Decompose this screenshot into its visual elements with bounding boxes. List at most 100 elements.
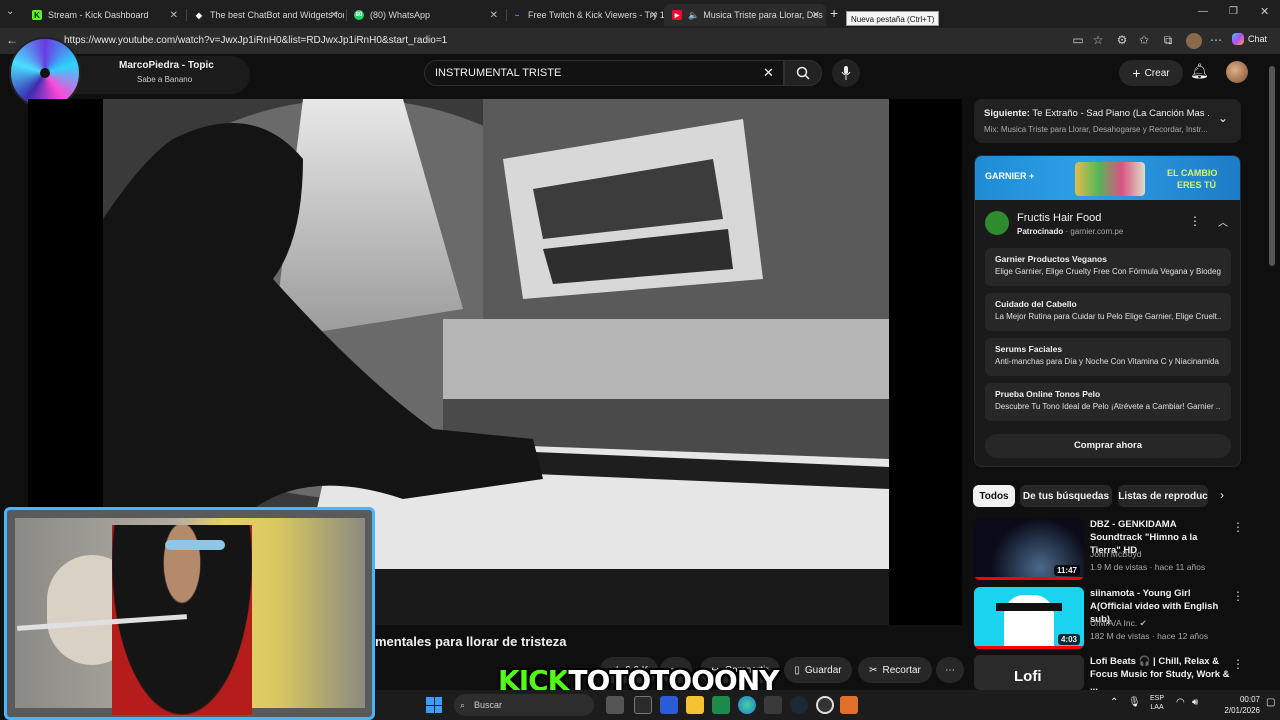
video-menu-icon[interactable]: ⋮	[1232, 589, 1244, 603]
task-view-icon[interactable]	[606, 696, 624, 714]
volume-icon[interactable]: 🔊︎	[1192, 697, 1198, 708]
url-field[interactable]: https://www.youtube.com/watch?v=JwxJp1iR…	[64, 33, 1084, 49]
ad-sitelink[interactable]: Serums Faciales Anti-manchas para Día y N…	[985, 338, 1231, 376]
video-duration: 11:47	[1053, 565, 1080, 576]
search-button[interactable]	[784, 60, 822, 86]
up-next-box[interactable]: Siguiente: Te Extraño - Sad Piano (La Ca…	[974, 99, 1241, 143]
close-tab-icon[interactable]: ✕	[650, 10, 658, 21]
ad-banner[interactable]: GARNIER + EL CAMBIO ERES TÚ	[975, 156, 1240, 200]
page-scrollbar[interactable]	[1269, 66, 1275, 266]
plus-icon: +	[1132, 65, 1141, 81]
steam-icon[interactable]	[790, 696, 808, 714]
reading-view-icon[interactable]: ▭	[1070, 33, 1086, 47]
close-tab-icon[interactable]: ✕	[170, 10, 178, 21]
close-tab-icon[interactable]: ✕	[330, 10, 338, 21]
tab-youtube-active[interactable]: ▶ 🔈 Musica Triste para Llorar, Des ✕	[664, 4, 826, 26]
chevron-down-icon[interactable]: ⌄	[1218, 111, 1228, 125]
channel-name: John McBoyd	[1090, 549, 1142, 559]
create-label: Crear	[1144, 67, 1170, 79]
back-arrow-icon[interactable]: ←	[4, 33, 20, 47]
video-menu-icon[interactable]: ⋮	[1232, 520, 1244, 534]
obs-icon[interactable]	[816, 696, 834, 714]
chip-todos[interactable]: Todos	[973, 485, 1015, 507]
app4-icon[interactable]	[840, 696, 858, 714]
excel-icon[interactable]	[712, 696, 730, 714]
profile-avatar[interactable]	[1186, 33, 1202, 49]
up-next-line: Siguiente: Te Extraño - Sad Piano (La Ca…	[984, 108, 1210, 119]
extensions-icon[interactable]: ⚙	[1114, 33, 1130, 47]
favorites-icon[interactable]: ✩	[1136, 33, 1152, 47]
whatsapp-favicon-icon: 80	[354, 10, 364, 20]
close-tab-icon[interactable]: ✕	[812, 10, 820, 21]
now-playing-artist: Sabe a Banano	[137, 75, 193, 84]
clip-button[interactable]: ✂ Recortar	[858, 657, 932, 683]
channel-line: U/M/A/A Inc. ✔	[1090, 618, 1147, 629]
download-icon[interactable]: ↓	[1162, 33, 1178, 47]
close-tab-icon[interactable]: ✕	[490, 10, 498, 21]
wifi-icon[interactable]: ◠	[1176, 697, 1185, 708]
store-icon[interactable]	[764, 696, 782, 714]
ad-menu-icon[interactable]: ⋮	[1189, 214, 1201, 228]
microphone-tray-icon[interactable]: 🎙︎	[1128, 697, 1141, 708]
voice-search-button[interactable]	[832, 59, 860, 87]
speaker-icon[interactable]: 🔈	[688, 10, 699, 21]
ad-sitelink[interactable]: Cuidado del Cabello La Mejor Rutina para …	[985, 293, 1231, 331]
file-explorer-icon[interactable]	[686, 696, 704, 714]
microphone-icon	[841, 66, 851, 80]
recommended-video[interactable]: 11:47 DBZ - GENKIDAMA Soundtrack "Himno …	[974, 518, 1274, 582]
favorite-star-icon[interactable]: ☆	[1090, 33, 1106, 47]
sponsored-ad-card: GARNIER + EL CAMBIO ERES TÚ Fructis Hair…	[974, 155, 1241, 467]
lang-2: LAA	[1150, 704, 1164, 711]
language-indicator[interactable]: ESP LAA	[1150, 694, 1164, 712]
more-menu-icon[interactable]: ⋯	[1208, 33, 1224, 47]
restore-icon[interactable]: ❐	[1229, 6, 1238, 17]
windows-taskbar: ⌕ Buscar ⌃ 🎙︎ ESP LAA ◠ 🔊︎ 00:07 2/01/2026 …	[376, 690, 1280, 720]
lang-1: ESP	[1150, 695, 1165, 702]
video-duration: 4:03	[1057, 634, 1080, 645]
chip-playlists[interactable]: Listas de reproduc	[1118, 485, 1208, 507]
tab-whatsapp[interactable]: 80 (80) WhatsApp ✕	[346, 4, 504, 26]
ad-sitelink[interactable]: Garnier Productos Veganos Elige Garnier, …	[985, 248, 1231, 286]
video-title: Lofi Beats 🎧 | Chill, Relax & Focus Musi…	[1090, 656, 1230, 693]
clear-search-icon[interactable]: ✕	[763, 65, 774, 81]
banner-products	[1075, 162, 1145, 196]
tab-chatbot[interactable]: ◆ The best ChatBot and Widgets for ✕	[186, 4, 344, 26]
system-tray-chevron-icon[interactable]: ⌃	[1110, 697, 1118, 708]
video-menu-icon[interactable]: ⋮	[1232, 657, 1244, 671]
notifications-icon[interactable]: ▢	[1266, 697, 1275, 708]
taskbar-search[interactable]: ⌕ Buscar	[454, 694, 594, 716]
tab-list-chevron-icon[interactable]: ⌄	[6, 6, 14, 17]
chip-from-searches[interactable]: De tus búsquedas	[1020, 485, 1112, 507]
word-icon[interactable]	[660, 696, 678, 714]
scissors-icon: ✂	[869, 664, 878, 676]
account-avatar[interactable]	[1226, 61, 1248, 83]
clock[interactable]: 00:07 2/01/2026	[1218, 694, 1260, 716]
edge-icon[interactable]	[738, 696, 756, 714]
tab-kick-dashboard[interactable]: K Stream - Kick Dashboard ✕	[24, 4, 184, 26]
close-window-icon[interactable]: ✕	[1260, 5, 1269, 18]
minimize-icon[interactable]: —	[1198, 6, 1208, 17]
now-playing-song-title: MarcoPiedra - Topic	[119, 60, 214, 71]
ad-sitelink[interactable]: Prueba Online Tonos Pelo Descubre Tu Tono…	[985, 383, 1231, 421]
channel-name: U/M/A/A Inc.	[1090, 618, 1138, 628]
clock-date: 2/01/2026	[1224, 706, 1260, 715]
notifications-bell-icon[interactable]: 🔔︎	[1190, 62, 1209, 80]
tab-title: Free Twitch & Kick Viewers - Try 1	[528, 10, 664, 20]
recommended-video[interactable]: 4:03 siinamota - Young Girl A(Official v…	[974, 587, 1274, 651]
chips-next-arrow-icon[interactable]: ›	[1220, 488, 1224, 502]
start-windows-icon[interactable]	[426, 697, 442, 713]
more-actions-button[interactable]: ⋯	[936, 657, 964, 683]
create-button[interactable]: + Crear	[1119, 60, 1183, 86]
webcam-overlay	[4, 507, 375, 720]
copilot-icon	[1232, 33, 1244, 45]
video-thumbnail: 11:47	[974, 518, 1084, 580]
save-button[interactable]: ▯ Guardar	[784, 657, 852, 683]
collapse-chevron-icon[interactable]: ︿	[1218, 214, 1228, 229]
tab-free-viewers[interactable]: ~ Free Twitch & Kick Viewers - Try 1 ✕	[504, 4, 664, 26]
copilot-chat-button[interactable]: Chat	[1232, 33, 1267, 45]
app-icon[interactable]	[634, 696, 652, 714]
new-tab-button[interactable]: +	[830, 5, 838, 21]
search-input[interactable]: INSTRUMENTAL TRISTE ✕	[424, 60, 784, 86]
clock-time: 00:07	[1239, 695, 1260, 704]
ad-cta-button[interactable]: Comprar ahora	[985, 434, 1231, 458]
